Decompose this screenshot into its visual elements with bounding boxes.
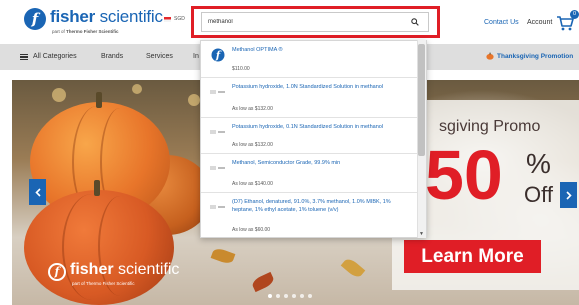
pumpkin-icon <box>486 52 494 60</box>
pumpkin-stem <box>94 180 100 196</box>
carousel-dot[interactable] <box>268 294 272 298</box>
product-thumbnail-icon <box>207 85 229 99</box>
suggestion-name: Methanol OPTIMA ® <box>232 47 283 53</box>
nav-thanksgiving-promotion[interactable]: Thanksgiving Promotion <box>486 52 573 60</box>
carousel-dot[interactable] <box>300 294 304 298</box>
suggestion-name: Potassium hydroxide, 1.0N Standardized S… <box>232 84 384 90</box>
learn-more-button[interactable]: Learn More <box>404 240 541 273</box>
logo-tagline: part of Thermo Fisher Scientific <box>52 29 119 34</box>
chevron-left-icon <box>34 187 41 197</box>
search-suggestions-dropdown: f Methanol OPTIMA ® $110.00 Potassium hydro… <box>200 40 427 238</box>
nav-services[interactable]: Services <box>146 53 173 60</box>
autumn-leaf <box>340 256 366 280</box>
dropdown-scrollbar-thumb[interactable] <box>418 44 425 156</box>
bokeh-light <box>132 84 142 94</box>
pumpkin-stem <box>96 92 102 108</box>
promotion-label: Thanksgiving Promotion <box>497 52 574 60</box>
search-suggestion-item[interactable]: Potassium hydroxide, 0.1N Standardized S… <box>201 118 419 154</box>
hero-title: sgiving Promo <box>439 118 541 135</box>
suggestion-price: As low as $140.00 <box>232 181 273 187</box>
search-suggestion-item[interactable]: (D7) Ethanol, denatured, 91.0%, 3.7% met… <box>201 193 419 237</box>
carousel-dot[interactable] <box>292 294 296 298</box>
cart-count-badge: 0 <box>570 10 579 19</box>
hamburger-menu-icon[interactable] <box>20 54 28 60</box>
product-thumbnail-icon <box>207 161 229 175</box>
suggestion-name: (D7) Ethanol, denatured, 91.0%, 3.7% met… <box>232 199 391 213</box>
autumn-leaf <box>250 271 276 293</box>
suggestion-name: Methanol, Semiconductor Grade, 99.9% min <box>232 160 341 166</box>
search-suggestion-item[interactable]: f Methanol OPTIMA ® $110.00 <box>201 41 419 78</box>
hero-logo-tagline: part of Thermo Fisher Scientific <box>72 281 135 286</box>
search-suggestion-item[interactable]: Potassium hydroxide, 1.0N Standardized S… <box>201 78 419 118</box>
bokeh-light <box>52 88 66 102</box>
site-header: f fisher scientific part of Thermo Fishe… <box>0 0 579 44</box>
hero-logo-wordmark: fisher scientific <box>70 261 180 278</box>
product-thumbnail-icon <box>207 125 229 139</box>
search-button[interactable] <box>404 13 426 31</box>
account-menu[interactable]: Account <box>527 19 552 26</box>
suggestion-name: Potassium hydroxide, 0.1N Standardized S… <box>232 124 384 130</box>
hero-off-label: Off <box>524 182 553 207</box>
chevron-right-icon <box>565 190 572 200</box>
region-label: SGD <box>174 16 185 22</box>
suggestion-price: As low as $132.00 <box>232 106 273 112</box>
search-icon <box>411 18 419 26</box>
product-thumbnail-icon <box>207 200 229 214</box>
suggestion-price: As low as $60.00 <box>232 227 271 233</box>
bokeh-light <box>188 94 200 106</box>
fisher-logo-icon: f <box>24 8 46 30</box>
fisher-logo-icon: f <box>48 263 66 281</box>
region-selector[interactable]: SGD <box>164 16 185 22</box>
hero-percent-sign: % <box>526 148 551 179</box>
suggestion-price: $110.00 <box>232 66 250 72</box>
nav-brands[interactable]: Brands <box>101 53 123 60</box>
carousel-next-button[interactable] <box>560 182 577 208</box>
nav-partial-item[interactable]: In <box>193 53 199 60</box>
suggestion-price: As low as $132.00 <box>232 142 273 148</box>
fisher-logo-icon: f <box>207 48 229 62</box>
carousel-dot[interactable] <box>308 294 312 298</box>
nav-all-categories[interactable]: All Categories <box>33 53 77 60</box>
scroll-down-arrow-icon[interactable]: ▼ <box>418 231 425 237</box>
carousel-dot[interactable] <box>276 294 280 298</box>
logo-wordmark: fisher scientific <box>50 7 163 26</box>
contact-us-link[interactable]: Contact Us <box>484 19 519 26</box>
search-suggestion-item[interactable]: Methanol, Semiconductor Grade, 99.9% min… <box>201 154 419 193</box>
carousel-prev-button[interactable] <box>29 179 46 205</box>
carousel-indicators <box>268 294 312 298</box>
autumn-leaf <box>210 246 236 266</box>
search-input[interactable] <box>201 12 429 32</box>
singapore-flag-icon <box>164 16 171 22</box>
hero-discount-number: 50 <box>425 136 503 214</box>
carousel-dot[interactable] <box>284 294 288 298</box>
